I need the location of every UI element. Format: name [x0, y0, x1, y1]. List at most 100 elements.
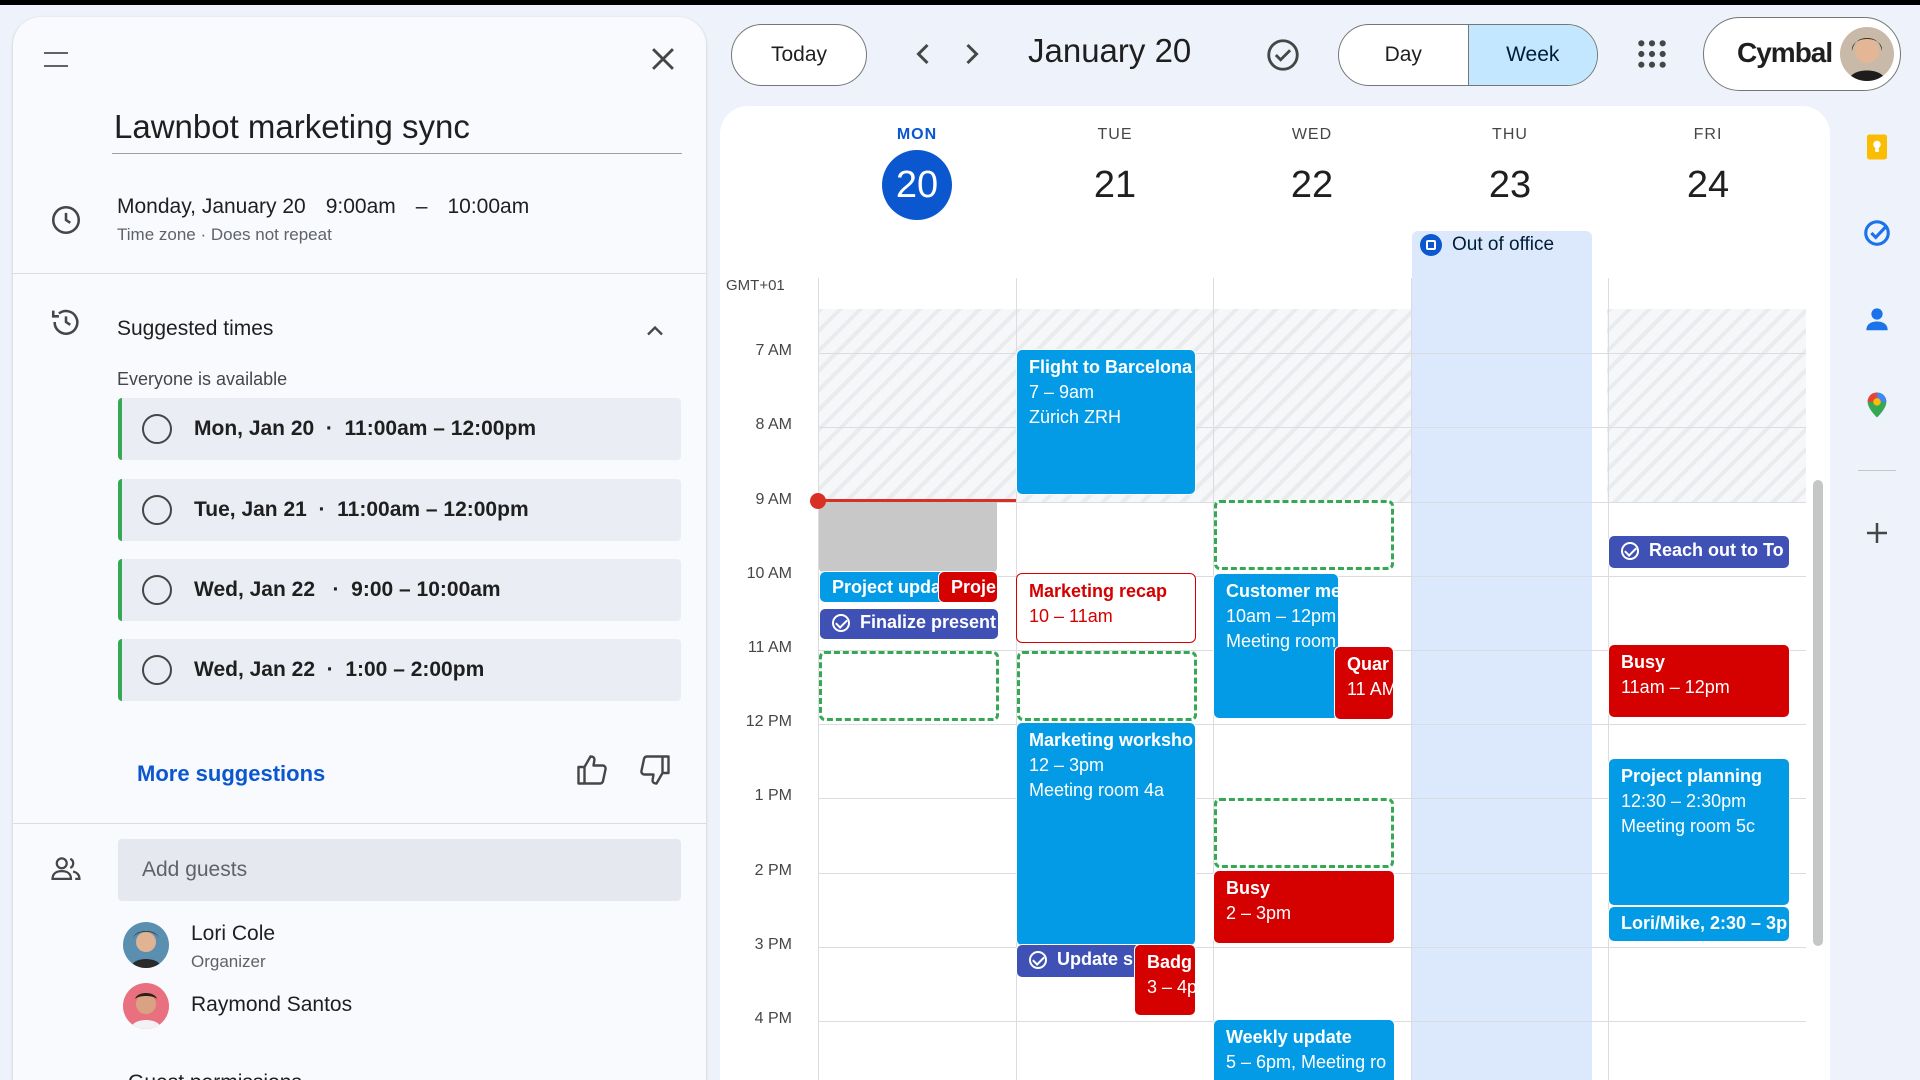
- event-title: Proje: [951, 577, 997, 597]
- event-title: Update s: [1057, 949, 1134, 969]
- add-guests-input[interactable]: [118, 839, 681, 901]
- event-busy-wed[interactable]: Busy 2 – 3pm: [1213, 870, 1395, 944]
- event-quarterly[interactable]: Quar 11 AM: [1334, 646, 1394, 720]
- radio-button[interactable]: [142, 575, 172, 605]
- out-of-office-block[interactable]: [1412, 231, 1592, 1080]
- event-title: Quar: [1347, 654, 1390, 674]
- event-time: 3 – 4p: [1147, 977, 1196, 997]
- event-badge[interactable]: Badg 3 – 4p: [1134, 944, 1196, 1016]
- event-location: Zürich ZRH: [1029, 407, 1122, 427]
- out-of-office-label[interactable]: Out of office: [1420, 234, 1554, 256]
- close-icon[interactable]: [646, 42, 680, 76]
- chevron-down-icon[interactable]: [641, 1075, 667, 1080]
- hour-label: 11 AM: [747, 639, 792, 656]
- view-switcher: Day Week: [1338, 24, 1598, 86]
- more-suggestions-link[interactable]: More suggestions: [137, 761, 325, 787]
- hour-label: 2 PM: [754, 862, 792, 879]
- event-lori-mike[interactable]: Lori/Mike, 2:30 – 3p: [1608, 906, 1790, 942]
- suggested-slot[interactable]: Wed, Jan 22 · 9:00 – 10:00am: [118, 559, 681, 621]
- suggested-slot[interactable]: Tue, Jan 21 · 11:00am – 12:00pm: [118, 479, 681, 541]
- timezone-label: GMT+01: [726, 277, 785, 294]
- event-title: Busy: [1621, 652, 1666, 672]
- event-title: Project upda: [832, 577, 942, 597]
- task-check-icon: [832, 613, 850, 632]
- suggested-slot-box[interactable]: [1214, 798, 1394, 868]
- suggested-slot-box[interactable]: [1214, 500, 1394, 570]
- view-week-button[interactable]: Week: [1467, 25, 1597, 85]
- event-location: Meeting room: [1226, 631, 1337, 651]
- suggested-times-heading: Suggested times: [117, 317, 274, 340]
- event-flight-to-barcelona[interactable]: Flight to Barcelona 7 – 9am Zürich ZRH: [1016, 349, 1196, 495]
- event-busy-fri[interactable]: Busy 11am – 12pm: [1608, 644, 1790, 718]
- event-editor-panel: Monday, January 20 9:00am–10:00am Time zo…: [13, 17, 706, 1080]
- radio-button[interactable]: [142, 655, 172, 685]
- apps-grid-icon[interactable]: [1636, 38, 1668, 70]
- day-number[interactable]: 22: [1277, 150, 1347, 220]
- slot-label: Tue, Jan 21 · 11:00am – 12:00pm: [194, 498, 529, 521]
- chevron-left-icon[interactable]: [905, 36, 941, 72]
- clock-icon: [51, 205, 81, 235]
- event-weekly-update[interactable]: Weekly update 5 – 6pm, Meeting ro: [1213, 1019, 1395, 1080]
- event-datetime[interactable]: Monday, January 20 9:00am –10:00am: [117, 195, 529, 219]
- task-finalize-presentation[interactable]: Finalize present: [819, 608, 999, 640]
- event-time: 11am – 12pm: [1621, 677, 1730, 697]
- hour-label: 8 AM: [755, 416, 792, 433]
- today-button[interactable]: Today: [731, 24, 867, 86]
- account-chip[interactable]: Cymbal: [1703, 17, 1901, 91]
- event-title: Marketing worksho: [1029, 730, 1194, 750]
- maps-icon[interactable]: [1862, 390, 1892, 420]
- out-of-office-icon: [1420, 234, 1442, 256]
- menu-icon[interactable]: [41, 47, 71, 71]
- day-number-today[interactable]: 20: [882, 150, 952, 220]
- timezone-repeat-line[interactable]: Time zone · Does not repeat: [117, 225, 332, 245]
- event-marketing-workshop[interactable]: Marketing worksho 12 – 3pm Meeting room 4a: [1016, 722, 1196, 946]
- event-project-update[interactable]: Project upda: [819, 571, 949, 603]
- chevron-right-icon[interactable]: [954, 36, 990, 72]
- event-title: Flight to Barcelona: [1029, 357, 1193, 377]
- contacts-icon[interactable]: [1862, 304, 1892, 334]
- event-customer-meeting[interactable]: Customer me 10am – 12pm Meeting room: [1213, 573, 1339, 719]
- brand-logo: Cymbal: [1737, 37, 1833, 68]
- event-time: 7 – 9am: [1029, 382, 1095, 402]
- day-divider: [1411, 278, 1412, 1080]
- suggested-slot-box[interactable]: [819, 651, 999, 721]
- keep-icon[interactable]: [1862, 132, 1892, 162]
- task-reach-out[interactable]: Reach out to To: [1608, 535, 1790, 569]
- thumb-down-icon[interactable]: [637, 752, 673, 788]
- task-check-icon[interactable]: [1264, 36, 1302, 74]
- add-icon[interactable]: [1862, 518, 1892, 548]
- event-date[interactable]: Monday, January 20: [117, 195, 306, 218]
- chevron-up-icon[interactable]: [641, 317, 669, 345]
- event-end-time[interactable]: 10:00am: [447, 195, 529, 218]
- day-number[interactable]: 21: [1080, 150, 1150, 220]
- event-title-input[interactable]: [112, 100, 682, 154]
- event-project-planning[interactable]: Project planning 12:30 – 2:30pm Meeting ro…: [1608, 758, 1790, 906]
- event-start-time[interactable]: 9:00am: [326, 195, 396, 218]
- event-time: 2 – 3pm: [1226, 903, 1292, 923]
- current-time-dot: [810, 493, 826, 509]
- day-number[interactable]: 24: [1673, 150, 1743, 220]
- availability-text: Everyone is available: [117, 369, 288, 389]
- divider: [13, 273, 706, 274]
- event-proje[interactable]: Proje: [938, 571, 998, 603]
- radio-button[interactable]: [142, 414, 172, 444]
- tasks-icon[interactable]: [1862, 218, 1892, 248]
- day-of-week: WED: [1291, 126, 1333, 143]
- radio-button[interactable]: [142, 495, 172, 525]
- suggested-slot-box[interactable]: [1017, 651, 1197, 721]
- thumb-up-icon[interactable]: [574, 752, 610, 788]
- hour-label: 1 PM: [754, 787, 792, 804]
- day-number[interactable]: 23: [1475, 150, 1545, 220]
- event-marketing-recap[interactable]: Marketing recap 10 – 11am: [1016, 573, 1196, 643]
- task-update[interactable]: Update s: [1016, 944, 1146, 978]
- guest-role: Organizer: [191, 952, 266, 971]
- account-avatar[interactable]: [1840, 27, 1894, 81]
- event-time: 5 – 6pm, Meeting ro: [1226, 1052, 1387, 1072]
- calendar-scrollbar[interactable]: [1813, 480, 1823, 946]
- draft-event-block[interactable]: [819, 502, 997, 572]
- suggested-slot[interactable]: Wed, Jan 22 · 1:00 – 2:00pm: [118, 639, 681, 701]
- suggested-slot[interactable]: Mon, Jan 20 · 11:00am – 12:00pm: [118, 398, 681, 460]
- hour-line: [818, 724, 1806, 725]
- guest-permissions-heading[interactable]: Guest permissions: [128, 1071, 302, 1080]
- view-day-button[interactable]: Day: [1339, 25, 1468, 85]
